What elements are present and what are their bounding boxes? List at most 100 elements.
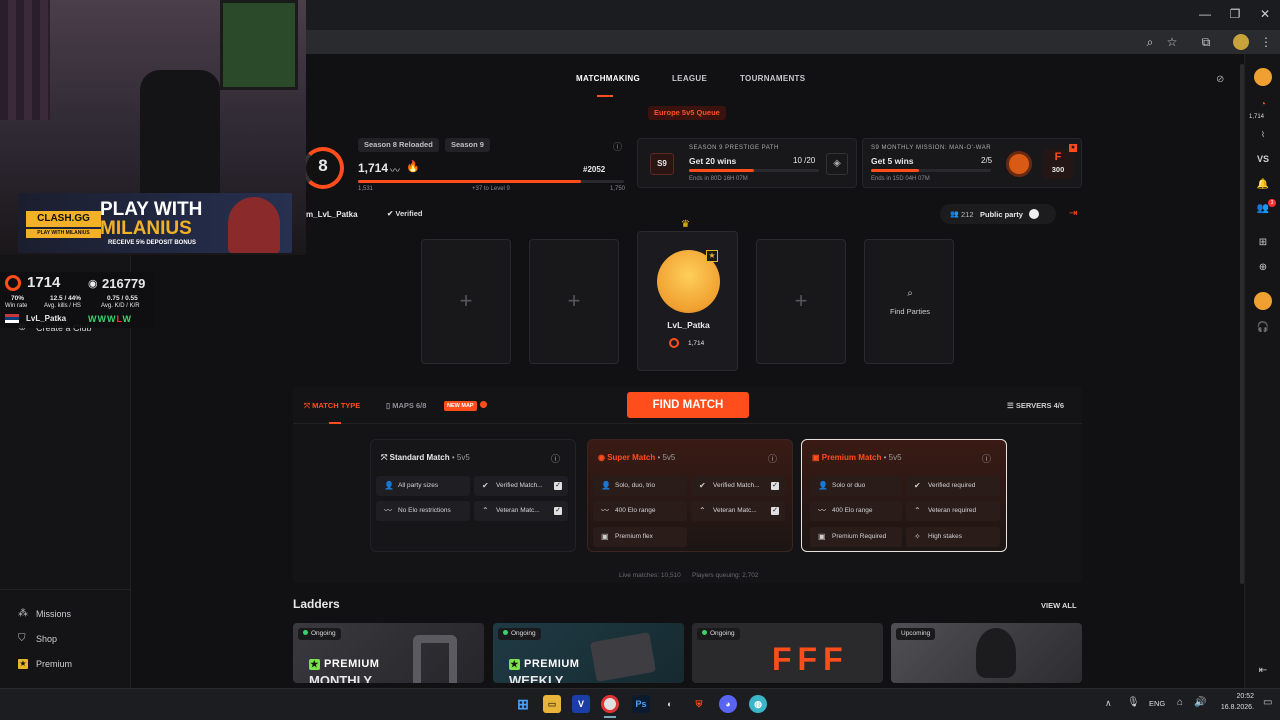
streak-result: W (97, 314, 107, 324)
notification-off-icon[interactable]: ⊘ (1216, 74, 1224, 85)
chrome-icon[interactable] (601, 695, 619, 713)
ladder-card[interactable]: Ongoing ★ PREMIUM WEEKLY (493, 623, 684, 683)
checkbox[interactable]: ✓ (554, 482, 562, 490)
users-icon: 👤 (601, 481, 611, 490)
find-match-button[interactable]: FIND MATCH (627, 392, 749, 418)
notifications-icon[interactable]: ▭ (1263, 697, 1272, 708)
language-indicator[interactable]: ENG (1149, 699, 1165, 708)
tab-tournaments[interactable]: TOURNAMENTS (740, 74, 805, 83)
profile-icon[interactable] (1233, 34, 1249, 50)
sidebar-item-missions[interactable]: ⁂ Missions (18, 609, 72, 620)
ladder-art: FFF (772, 641, 849, 677)
bookmark-star-icon[interactable]: ☆ (1164, 34, 1180, 50)
view-all-link[interactable]: VIEW ALL (1041, 601, 1077, 610)
server-icon: ☰ (1007, 401, 1016, 410)
zoom-icon[interactable]: ⌕ (1142, 34, 1158, 50)
rank-value: #2052 (583, 165, 606, 174)
tab-matchmaking[interactable]: MATCHMAKING (576, 74, 640, 83)
players-queuing: Players queuing: 2,702 (692, 572, 759, 579)
match-title: ▣ Premium Match • 5v5 (812, 453, 902, 462)
tab-match-type[interactable]: ⤧ MATCH TYPE (304, 401, 360, 411)
ladder-title: ★ PREMIUM (509, 658, 579, 670)
sponsor-bonus: RECEIVE 5% DEPOSIT BONUS (108, 240, 197, 246)
menu-icon[interactable]: ⋮ (1258, 34, 1274, 50)
start-icon[interactable]: ⊞ (514, 695, 532, 713)
prestige-progress: 10 /20 (793, 156, 816, 165)
match-feature[interactable]: ✔ Verified Match... ✓ (474, 476, 568, 496)
tab-league[interactable]: LEAGUE (672, 74, 707, 83)
close-button[interactable]: ✕ (1250, 4, 1280, 24)
monthly-mission-card[interactable]: S9 MONTHLY MISSION: MAN-O'-WAR Get 5 win… (862, 138, 1082, 188)
volume-icon[interactable]: 🔊 (1194, 697, 1206, 708)
match-feature[interactable]: ✔ Verified Match... ✓ (691, 476, 785, 496)
standard-match-card[interactable]: ⤧ Standard Match • 5v5 ⓘ 👤 All party size… (370, 439, 576, 552)
mic-icon[interactable]: 🎙 (1127, 697, 1140, 708)
feature-label: High stakes (928, 533, 962, 540)
sidebar-item-shop[interactable]: ⛉ Shop (18, 634, 58, 645)
player-slot[interactable]: ♛ ★ LvL_Patka 1,714 (637, 219, 738, 371)
invite-slot-3[interactable]: + (756, 239, 846, 364)
info-icon[interactable]: ⓘ (613, 140, 622, 153)
sidebar-item-label: Shop (36, 634, 58, 644)
photoshop-icon[interactable]: Ps (632, 695, 650, 713)
active-app-indicator (604, 716, 616, 718)
tray-chevron-icon[interactable]: ∧ (1105, 698, 1112, 709)
match-feature[interactable]: ⌃ Veteran Matc... ✓ (691, 501, 785, 521)
avg-kills: 12.5 / 44% (50, 295, 82, 302)
prestige-path-card[interactable]: S9 SEASON 9 PRESTIGE PATH Get 20 wins 10… (637, 138, 857, 188)
ladder-card[interactable]: Ongoing FFF (692, 623, 883, 683)
network-icon[interactable]: ⌂ (1177, 697, 1183, 708)
restore-button[interactable]: ❐ (1220, 4, 1250, 24)
info-icon[interactable]: ⓘ (768, 452, 777, 465)
tab-maps[interactable]: ▯ MAPS 6/8 (386, 401, 426, 410)
info-icon[interactable]: ⓘ (982, 452, 991, 465)
ladder-title: ★ PREMIUM (309, 658, 379, 670)
add-icon[interactable]: ⊕ (1254, 259, 1272, 277)
servers-button[interactable]: ☰ SERVERS 4/6 (1007, 401, 1064, 410)
app-globe-icon[interactable]: ◍ (749, 695, 767, 713)
season-tag-2[interactable]: Season 9 (445, 138, 490, 152)
feature-label: Verified Match... (713, 482, 760, 489)
overlay-points: 216779 (102, 276, 146, 291)
collapse-icon[interactable]: ⇤ (1254, 662, 1272, 680)
ladder-card[interactable]: Upcoming (891, 623, 1082, 683)
invite-slot-1[interactable]: + (421, 239, 511, 364)
bell-icon[interactable]: 🔔 (1254, 176, 1272, 194)
checkbox[interactable]: ✓ (771, 507, 779, 515)
super-match-card[interactable]: ◉ Super Match • 5v5 ⓘ 👤 Solo, duo, trio ✔… (587, 439, 793, 552)
ladder-card[interactable]: Ongoing ★ PREMIUM MONTHLY (293, 623, 484, 683)
season-tag[interactable]: Season 8 Reloaded (358, 138, 439, 152)
invite-slot-2[interactable]: + (529, 239, 619, 364)
leave-party-icon[interactable]: ⇥ (1069, 208, 1077, 219)
party-icon[interactable]: ⊞ (1254, 234, 1272, 252)
status-badge: Ongoing (697, 628, 740, 640)
vs-icon[interactable]: VS (1254, 150, 1272, 168)
checkbox[interactable]: ✓ (771, 482, 779, 490)
party-toggle[interactable]: 👥 212 Public party (940, 204, 1056, 224)
find-parties-slot[interactable]: ⌕ Find Parties (864, 239, 954, 364)
headset-icon[interactable]: 🎧 (1254, 319, 1272, 337)
veteran-icon: ⌃ (482, 506, 489, 515)
checkbox[interactable]: ✓ (554, 507, 562, 515)
chart-icon: ⌇ (1261, 130, 1265, 139)
sidebar-item-premium[interactable]: ★ Premium (18, 659, 72, 669)
app-v-icon[interactable]: V (572, 695, 590, 713)
sidebar-item-label: Missions (36, 609, 72, 619)
friend-avatar[interactable] (1254, 292, 1272, 310)
premium-match-card[interactable]: ▣ Premium Match • 5v5 ⓘ 👤 Solo or duo ✔ Ve… (801, 439, 1007, 552)
minimize-button[interactable]: — (1190, 4, 1220, 24)
premium-icon: ▣ (818, 532, 826, 541)
webcam-overlay: CLASH.GG PLAY WITH MILANIUS PLAY WITH MI… (0, 0, 306, 255)
extensions-icon[interactable]: ⧉ (1198, 34, 1214, 50)
app-icon[interactable]: ◐ (661, 695, 679, 713)
clock-time[interactable]: 20:52 (1218, 693, 1254, 700)
brave-icon[interactable]: ⛨ (690, 695, 708, 713)
avatar[interactable] (1254, 68, 1272, 86)
match-feature[interactable]: ⌃ Veteran Matc... ✓ (474, 501, 568, 521)
file-explorer-icon[interactable]: ▭ (543, 695, 561, 713)
info-icon[interactable]: ⓘ (551, 452, 560, 465)
discord-icon[interactable]: ◕ (719, 695, 737, 713)
clock-date[interactable]: 16.8.2026. (1212, 704, 1254, 711)
sponsor-brand: CLASH.GG (26, 211, 101, 227)
feature-label: 400 Elo range (615, 507, 656, 514)
